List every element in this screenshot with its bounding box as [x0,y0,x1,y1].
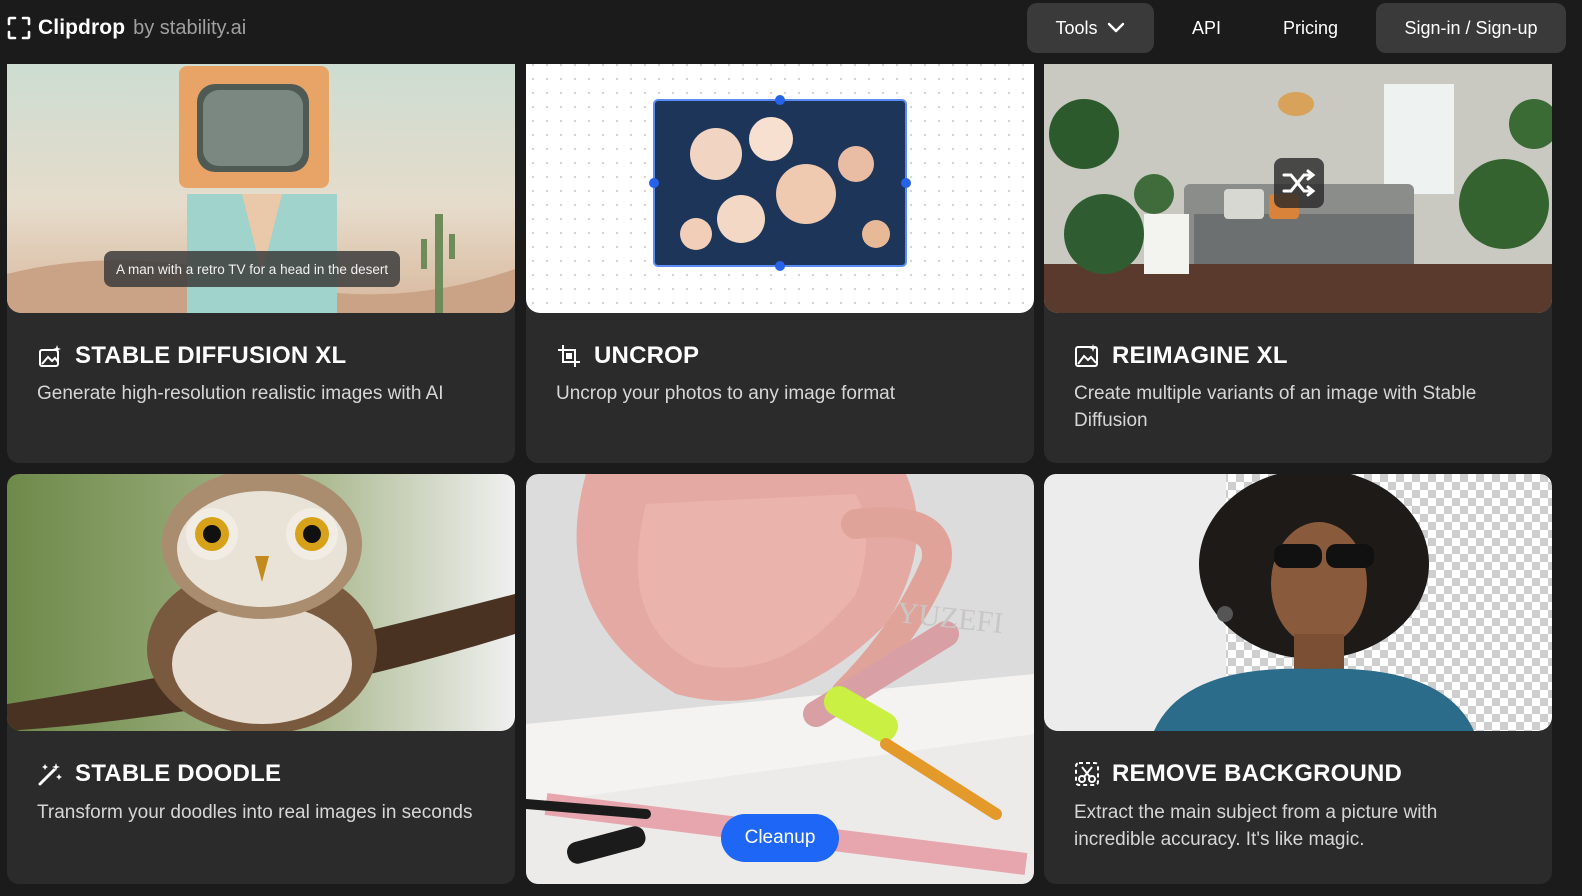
card-description: Create multiple variants of an image wit… [1074,383,1477,431]
top-navigation-bar: Clipdrop by stability.ai Tools API Prici… [0,0,1582,64]
tool-card-reimagine-xl[interactable]: REIMAGINE XL Create multiple variants of… [1044,44,1552,463]
remove-background-preview-image [1044,474,1552,731]
card-title-row: REMOVE BACKGROUND [1074,760,1402,788]
card-title: REMOVE BACKGROUND [1112,760,1403,787]
shuffle-icon [1282,169,1316,197]
card-description: Transform your doodles into real images … [37,802,473,823]
card-title-row: STABLE DIFFUSION XL [37,342,346,370]
pricing-link[interactable]: Pricing [1259,3,1362,53]
nav-menu: Tools API Pricing Sign-in / Sign-up [1026,3,1566,53]
uncrop-preview-image [526,44,1034,313]
api-link[interactable]: API [1168,3,1245,53]
scissors-icon [1075,762,1099,786]
card-title-row: UNCROP [556,342,699,370]
card-description: Uncrop your photos to any image format [556,383,896,404]
tool-card-remove-background[interactable]: REMOVE BACKGROUND Extract the main subje… [1044,474,1552,884]
brand-by-line: by stability.ai [133,16,247,39]
card-title-row: REIMAGINE XL [1074,342,1288,370]
card-description: Extract the main subject from a picture … [1074,802,1438,850]
tool-card-stable-doodle[interactable]: STABLE DOODLE Transform your doodles int… [7,474,515,884]
card-title-row: STABLE DOODLE [37,760,281,788]
stable-doodle-preview-image [7,474,515,731]
card-description: Generate high-resolution realistic image… [37,383,444,404]
tool-card-stable-diffusion-xl[interactable]: A man with a retro TV for a head in the … [7,44,515,463]
signin-button[interactable]: Sign-in / Sign-up [1376,3,1566,53]
card-title: UNCROP [594,342,700,369]
image-sparkle-icon [39,345,61,367]
reimagine-preview-image [1044,44,1552,313]
tools-dropdown-button[interactable]: Tools [1026,3,1154,53]
card-title: REIMAGINE XL [1112,342,1288,369]
card-title: STABLE DOODLE [75,760,282,787]
image-variant-icon [1075,344,1098,367]
crop-icon [558,345,580,367]
chevron-down-icon [1108,22,1125,33]
brand-logo[interactable]: Clipdrop by stability.ai [6,12,246,44]
clipdrop-logo-icon [7,16,31,40]
card-title: STABLE DIFFUSION XL [75,342,347,369]
magic-wand-icon [38,763,62,786]
stable-diffusion-preview-image: A man with a retro TV for a head in the … [7,44,515,313]
tool-card-cleanup[interactable]: YUZEFI Cleanup [526,474,1034,884]
tool-card-uncrop[interactable]: UNCROP Uncrop your photos to any image f… [526,44,1034,463]
prompt-caption: A man with a retro TV for a head in the … [104,251,401,287]
brand-name: Clipdrop [38,16,126,39]
cleanup-button[interactable]: Cleanup [721,814,839,862]
shuffle-overlay [1274,158,1324,208]
tools-label: Tools [1055,17,1098,38]
